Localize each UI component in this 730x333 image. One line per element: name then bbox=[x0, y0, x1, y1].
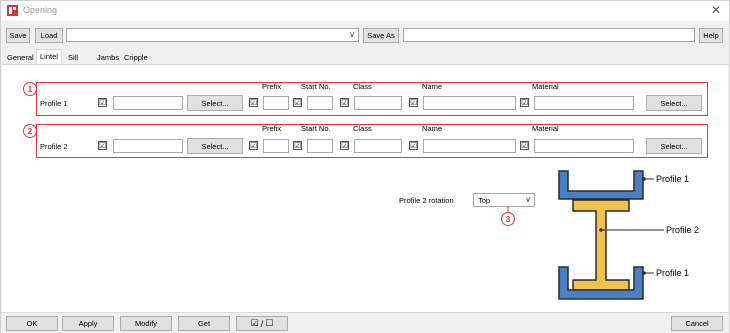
callout-badge-3: 3 bbox=[501, 212, 515, 226]
top-leader-dot bbox=[642, 177, 646, 181]
prefix-1-input[interactable] bbox=[263, 96, 289, 110]
app-icon bbox=[7, 5, 18, 16]
start-no-1-checkbox[interactable]: ☑ bbox=[293, 98, 302, 107]
callout-badge-2: 2 bbox=[23, 124, 37, 138]
load-button[interactable]: Load bbox=[35, 28, 63, 43]
save-as-name-input[interactable] bbox=[403, 28, 695, 42]
middle-leader-dot bbox=[599, 228, 603, 232]
diagram-label-bottom: Profile 1 bbox=[656, 268, 690, 278]
checked-box-icon: ☑ bbox=[250, 318, 259, 328]
unchecked-box-icon: ☐ bbox=[265, 318, 274, 328]
window-title: Opening bbox=[23, 5, 58, 15]
profile-diagram bbox=[558, 170, 664, 300]
name-1-checkbox[interactable]: ☑ bbox=[409, 98, 418, 107]
diagram-label-top: Profile 1 bbox=[656, 174, 690, 184]
prefix-1-checkbox[interactable]: ☑ bbox=[249, 98, 258, 107]
start-no-1-input[interactable] bbox=[307, 96, 333, 110]
material-2-input[interactable] bbox=[534, 139, 634, 153]
start-no-2-checkbox[interactable]: ☑ bbox=[293, 141, 302, 150]
class-1-input[interactable] bbox=[354, 96, 402, 110]
prefix-2-input[interactable] bbox=[263, 139, 289, 153]
profile-1-select-button[interactable]: Select... bbox=[187, 95, 243, 111]
profile-1-checkbox[interactable]: ☑ bbox=[98, 98, 107, 107]
get-button[interactable]: Get bbox=[178, 316, 230, 331]
help-button[interactable]: Help bbox=[699, 28, 723, 43]
column-header-material: Material bbox=[532, 82, 559, 91]
top-channel-shape bbox=[558, 170, 644, 200]
modify-button[interactable]: Modify bbox=[120, 316, 172, 331]
tab-cripple[interactable]: Cripple bbox=[121, 51, 151, 65]
profile-2-rotation-value: Top bbox=[478, 196, 491, 205]
column-header-name: Name bbox=[422, 82, 443, 91]
column-header-class: Class bbox=[353, 82, 372, 91]
apply-button[interactable]: Apply bbox=[62, 316, 114, 331]
diagram-label-middle: Profile 2 bbox=[666, 225, 700, 235]
tab-sill[interactable]: Sill bbox=[65, 51, 81, 65]
material-1-input[interactable] bbox=[534, 96, 634, 110]
title-bar: Opening ✕ bbox=[1, 1, 729, 21]
load-preset-select[interactable]: ∨ bbox=[66, 28, 359, 42]
bottom-leader-dot bbox=[642, 271, 646, 275]
start-no-2-input[interactable] bbox=[307, 139, 333, 153]
save-button[interactable]: Save bbox=[6, 28, 30, 43]
toggle-all-button[interactable]: ☑ / ☐ bbox=[236, 316, 288, 331]
cancel-button[interactable]: Cancel bbox=[671, 316, 723, 331]
class-2-checkbox[interactable]: ☑ bbox=[340, 141, 349, 150]
profile-1-label: Profile 1 bbox=[40, 99, 68, 108]
column-header-start-no: Start No. bbox=[301, 124, 331, 133]
prefix-2-checkbox[interactable]: ☑ bbox=[249, 141, 258, 150]
profile-1-input[interactable] bbox=[113, 96, 183, 110]
profile-2-checkbox[interactable]: ☑ bbox=[98, 141, 107, 150]
toggle-separator: / bbox=[260, 318, 264, 329]
column-header-start-no: Start No. bbox=[301, 82, 331, 91]
name-2-input[interactable] bbox=[423, 139, 516, 153]
chevron-down-icon: ∨ bbox=[525, 195, 531, 204]
material-2-checkbox[interactable]: ☑ bbox=[520, 141, 529, 150]
material-2-select-button[interactable]: Select... bbox=[646, 138, 702, 154]
callout-badge-1: 1 bbox=[23, 82, 37, 96]
opening-dialog: Opening ✕ Save Load ∨ Save As Help Gener… bbox=[0, 0, 730, 333]
profile-2-input[interactable] bbox=[113, 139, 183, 153]
chevron-down-icon: ∨ bbox=[349, 30, 355, 39]
material-1-select-button[interactable]: Select... bbox=[646, 95, 702, 111]
profile-2-select-button[interactable]: Select... bbox=[187, 138, 243, 154]
name-2-checkbox[interactable]: ☑ bbox=[409, 141, 418, 150]
close-icon[interactable]: ✕ bbox=[711, 3, 721, 17]
column-header-material: Material bbox=[532, 124, 559, 133]
column-header-name: Name bbox=[422, 124, 443, 133]
profile-2-rotation-label: Profile 2 rotation bbox=[399, 196, 454, 205]
column-header-prefix: Prefix bbox=[262, 124, 282, 133]
profile-2-label: Profile 2 bbox=[40, 142, 68, 151]
profile-2-rotation-select[interactable]: Top ∨ bbox=[473, 193, 535, 207]
tab-general[interactable]: General bbox=[4, 51, 37, 65]
column-header-prefix: Prefix bbox=[262, 82, 282, 91]
class-1-checkbox[interactable]: ☑ bbox=[340, 98, 349, 107]
column-header-class: Class bbox=[353, 124, 372, 133]
tab-lintel[interactable]: Lintel bbox=[36, 49, 62, 65]
class-2-input[interactable] bbox=[354, 139, 402, 153]
material-1-checkbox[interactable]: ☑ bbox=[520, 98, 529, 107]
save-as-button[interactable]: Save As bbox=[363, 28, 399, 43]
ok-button[interactable]: OK bbox=[6, 316, 58, 331]
name-1-input[interactable] bbox=[423, 96, 516, 110]
tab-jambs[interactable]: Jambs bbox=[94, 51, 122, 65]
ibeam-shape bbox=[572, 199, 630, 291]
